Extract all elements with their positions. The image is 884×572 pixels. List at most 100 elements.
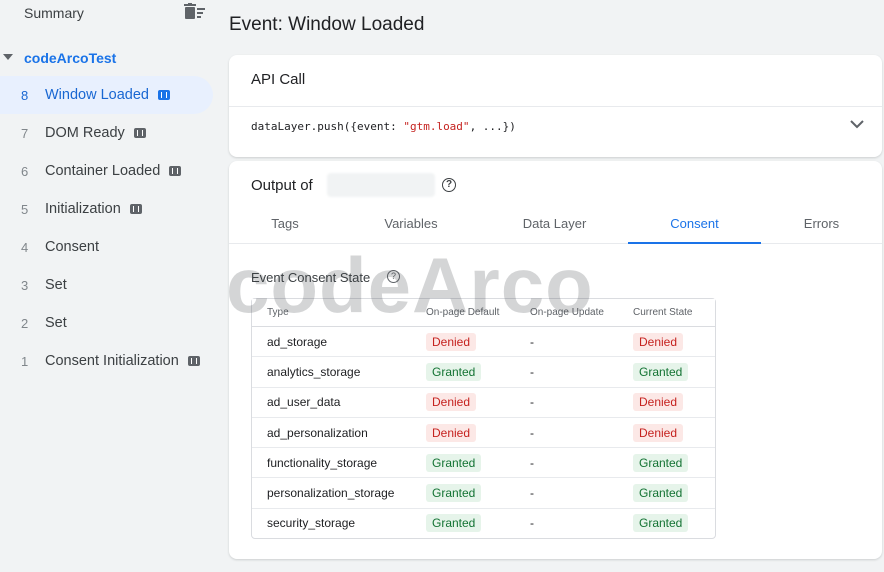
status-badge: Granted <box>633 362 689 381</box>
active-tab-indicator <box>628 242 761 244</box>
event-number: 7 <box>21 125 29 141</box>
divider <box>229 106 882 107</box>
help-icon[interactable]: ? <box>442 178 456 192</box>
sidebar-event-item[interactable]: 6 Container Loaded <box>0 152 222 190</box>
status-badge: Denied <box>633 332 684 351</box>
consent-table: Type On-page Default On-page Update Curr… <box>251 298 716 540</box>
api-call-code: dataLayer.push({event: "gtm.load", ...}) <box>251 120 516 133</box>
event-label: DOM Ready <box>45 125 125 141</box>
status-badge: Granted <box>426 453 482 472</box>
container-name: codeArcoTest <box>24 50 117 66</box>
sidebar: Summary codeArcoTest 8 Window Loaded 7 DOM … <box>0 0 222 572</box>
sidebar-event-item[interactable]: 7 DOM Ready <box>0 114 222 152</box>
event-list: 8 Window Loaded 7 DOM Ready 6 Container Loade… <box>0 76 222 380</box>
status-badge: Denied <box>426 423 477 442</box>
sidebar-event-item[interactable]: 8 Window Loaded <box>0 76 213 114</box>
current-state-cell: Granted <box>633 509 715 538</box>
update-state-cell: - <box>530 357 633 388</box>
table-row: analytics_storage Granted - Granted <box>252 357 715 388</box>
table-header-row: Type On-page Default On-page Update Curr… <box>252 299 715 327</box>
column-header: On-page Default <box>426 299 530 327</box>
tab-errors[interactable]: Errors <box>761 205 882 243</box>
output-tabs: Tags Variables Data Layer Consent Errors <box>229 205 882 244</box>
status-badge: Granted <box>426 514 482 533</box>
status-badge: Denied <box>426 393 477 412</box>
sidebar-event-item[interactable]: 2 Set <box>0 304 222 342</box>
sidebar-event-item[interactable]: 4 Consent <box>0 228 222 266</box>
status-badge: Granted <box>633 484 689 503</box>
event-label: Set <box>45 315 67 331</box>
update-state-cell: - <box>530 418 633 449</box>
status-badge: Denied <box>633 393 684 412</box>
output-card: Output of ? Tags Variables Data Layer Co… <box>229 161 882 559</box>
default-state-cell: Denied <box>426 327 530 358</box>
code-tag-icon <box>158 90 170 100</box>
code-prefix: dataLayer.push({event: <box>251 120 404 133</box>
table-row: functionality_storage Granted - Granted <box>252 448 715 479</box>
consent-type-cell: ad_storage <box>252 327 426 358</box>
redacted-container-id <box>327 173 435 197</box>
default-state-cell: Granted <box>426 509 530 538</box>
code-tag-icon <box>133 128 146 138</box>
status-badge: Granted <box>633 514 689 533</box>
clear-messages-icon[interactable] <box>184 3 206 21</box>
section-title: Event Consent State <box>251 270 371 285</box>
caret-down-icon[interactable] <box>3 54 13 60</box>
status-badge: Denied <box>633 423 684 442</box>
table-row: personalization_storage Granted - Granted <box>252 478 715 509</box>
code-string: "gtm.load" <box>403 120 470 133</box>
current-state-cell: Granted <box>633 478 715 509</box>
update-state-cell: - <box>530 327 633 358</box>
code-tag-icon <box>187 356 200 366</box>
event-label: Set <box>45 277 67 293</box>
event-number: 2 <box>21 315 29 331</box>
consent-type-cell: ad_user_data <box>252 388 426 418</box>
current-state-cell: Denied <box>633 327 715 358</box>
event-number: 4 <box>21 239 29 255</box>
status-badge: Denied <box>426 332 477 351</box>
event-number: 8 <box>21 87 29 103</box>
tab-data-layer[interactable]: Data Layer <box>481 205 628 243</box>
tab-tags[interactable]: Tags <box>229 205 341 243</box>
status-badge: Granted <box>426 484 482 503</box>
event-number: 1 <box>21 353 29 369</box>
column-header: On-page Update <box>530 299 633 327</box>
summary-label: Summary <box>24 5 84 21</box>
code-suffix: , ...}) <box>469 120 516 133</box>
event-label: Consent <box>45 239 100 255</box>
current-state-cell: Denied <box>633 388 715 418</box>
column-header: Type <box>252 299 426 327</box>
sidebar-event-item[interactable]: 1 Consent Initialization <box>0 342 222 380</box>
consent-type-cell: ad_personalization <box>252 418 426 449</box>
summary-row[interactable]: Summary <box>0 0 222 26</box>
current-state-cell: Granted <box>633 448 715 479</box>
consent-type-cell: functionality_storage <box>252 448 426 479</box>
tab-consent[interactable]: Consent <box>628 205 761 243</box>
table-row: ad_storage Denied - Denied <box>252 327 715 358</box>
default-state-cell: Denied <box>426 388 530 418</box>
chevron-down-icon[interactable] <box>850 119 864 129</box>
api-call-title: API Call <box>251 71 306 88</box>
update-state-cell: - <box>530 388 633 418</box>
default-state-cell: Denied <box>426 418 530 449</box>
table-row: ad_user_data Denied - Denied <box>252 388 715 418</box>
code-tag-icon <box>129 204 142 214</box>
event-number: 6 <box>21 163 29 179</box>
page-title: Event: Window Loaded <box>229 14 425 35</box>
consent-type-cell: personalization_storage <box>252 478 426 509</box>
event-label: Window Loaded <box>45 87 149 103</box>
current-state-cell: Granted <box>633 357 715 388</box>
consent-type-cell: security_storage <box>267 516 356 531</box>
table-row: security_storage Granted - Granted <box>252 509 715 538</box>
output-title: Output of <box>251 177 313 194</box>
code-tag-icon <box>169 166 182 176</box>
default-state-cell: Granted <box>426 448 530 479</box>
column-header: Current State <box>633 299 715 327</box>
sidebar-event-item[interactable]: 5 Initialization <box>0 190 222 228</box>
tab-variables[interactable]: Variables <box>341 205 481 243</box>
help-icon[interactable]: ? <box>387 270 400 283</box>
sidebar-event-item[interactable]: 3 Set <box>0 266 222 304</box>
container-row[interactable]: codeArcoTest <box>0 46 222 70</box>
api-call-card: API Call dataLayer.push({event: "gtm.loa… <box>229 55 882 157</box>
table-row: ad_personalization Denied - Denied <box>252 418 715 449</box>
